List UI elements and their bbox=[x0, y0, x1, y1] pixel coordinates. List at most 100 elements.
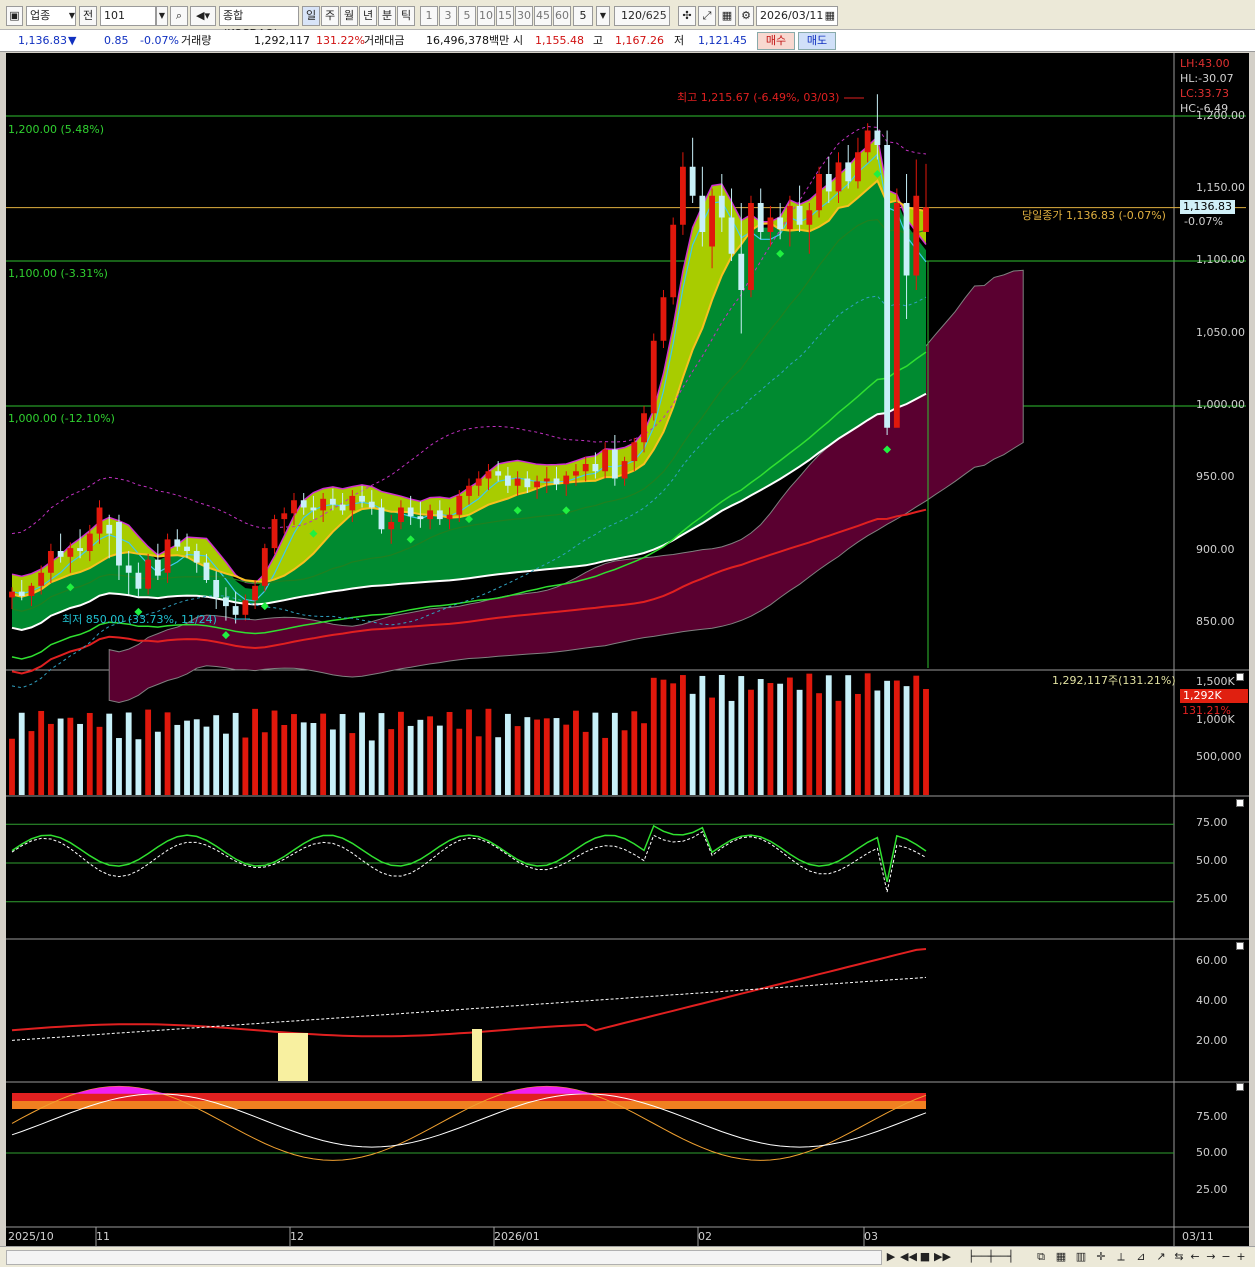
crosshair-icon[interactable]: ✛ bbox=[1092, 1250, 1110, 1265]
scroll-right-icon[interactable]: ▶ bbox=[884, 1250, 898, 1265]
buy-button[interactable]: 매수 bbox=[757, 32, 795, 50]
forward-icon[interactable]: ▶▶ bbox=[934, 1250, 951, 1265]
adx-panel-menu-icon[interactable] bbox=[1236, 942, 1244, 950]
chart-canvas[interactable] bbox=[6, 53, 1249, 1246]
bar-icon[interactable]: ▥ bbox=[1072, 1250, 1090, 1265]
change-percent: -0.07% bbox=[140, 34, 179, 47]
stop-icon[interactable]: ■ bbox=[918, 1250, 932, 1265]
interval-tab-0[interactable]: 1 bbox=[420, 6, 438, 26]
next-icon[interactable]: → bbox=[1204, 1250, 1218, 1265]
grid-icon[interactable]: ▦ bbox=[1052, 1250, 1070, 1265]
stoch-panel-menu-icon[interactable] bbox=[1236, 1083, 1244, 1091]
candle-body bbox=[514, 478, 521, 486]
volume-bar bbox=[38, 710, 45, 795]
volume-bar bbox=[407, 725, 414, 795]
layout-icon[interactable]: ⧉ bbox=[1032, 1250, 1050, 1265]
hline-label-1100: 1,100.00 (-3.31%) bbox=[8, 267, 108, 280]
period-tab-4[interactable]: 분 bbox=[378, 6, 396, 26]
candle-body bbox=[777, 217, 784, 230]
candle-body bbox=[135, 572, 142, 589]
code-dropdown-icon[interactable]: ▼ bbox=[156, 6, 168, 26]
volume-bar bbox=[242, 737, 249, 795]
window-icon[interactable]: ▣ bbox=[6, 6, 23, 26]
candle-body bbox=[310, 507, 317, 511]
volume-bar bbox=[495, 737, 502, 795]
zoom-out-icon[interactable]: − bbox=[1220, 1250, 1232, 1265]
volume-bar bbox=[349, 733, 356, 795]
candle-body bbox=[388, 522, 395, 530]
save-icon[interactable]: ▦ bbox=[718, 6, 736, 26]
candle-body bbox=[28, 585, 35, 596]
high-marker-label: 최고 1,215.67 (-6.49%, 03/03) bbox=[677, 91, 840, 104]
market-type-select[interactable]: 업종 ▼ bbox=[26, 6, 76, 26]
gear-icon[interactable]: ⚙ bbox=[738, 6, 754, 26]
volume-bar bbox=[485, 708, 492, 795]
count-field[interactable]: 120/625 bbox=[614, 6, 670, 26]
zoom-in-icon[interactable]: + bbox=[1234, 1250, 1248, 1265]
rsi-panel-menu-icon[interactable] bbox=[1236, 799, 1244, 807]
rsi-tick-2: 25.00 bbox=[1196, 892, 1228, 905]
scroll-track[interactable] bbox=[6, 1250, 882, 1265]
interval-tab-3[interactable]: 10 bbox=[477, 6, 495, 26]
candle-body bbox=[903, 203, 910, 276]
volume-bar bbox=[757, 679, 764, 795]
stoch-overbought-fill bbox=[12, 1086, 926, 1094]
rewind-icon[interactable]: ◀◀ bbox=[900, 1250, 917, 1265]
volume-bar bbox=[553, 718, 560, 795]
period-tab-5[interactable]: 틱 bbox=[397, 6, 415, 26]
sell-button[interactable]: 매도 bbox=[798, 32, 836, 50]
interval-tab-2[interactable]: 5 bbox=[458, 6, 476, 26]
volume-bar bbox=[514, 726, 521, 795]
zoom-icon[interactable]: ⤢ bbox=[698, 6, 716, 26]
adx-tick-2: 20.00 bbox=[1196, 1034, 1228, 1047]
period-tab-1[interactable]: 주 bbox=[321, 6, 339, 26]
magnet-icon[interactable]: ⟂ bbox=[1112, 1250, 1130, 1265]
amount-value: 16,496,378백만 bbox=[426, 34, 510, 47]
volume-bar bbox=[368, 740, 375, 795]
period-tab-0[interactable]: 일 bbox=[302, 6, 320, 26]
volume-bar bbox=[203, 726, 210, 795]
interval-tab-7[interactable]: 60 bbox=[553, 6, 571, 26]
volume-panel-menu-icon[interactable] bbox=[1236, 673, 1244, 681]
volume-bar bbox=[213, 715, 220, 795]
index-name-field[interactable]: 종합(KOSDAQ) bbox=[219, 6, 299, 40]
chart-tool-icon[interactable]: ✣ bbox=[678, 6, 696, 26]
search-icon[interactable]: ⌕ bbox=[170, 6, 188, 26]
candle-body bbox=[923, 207, 929, 232]
speaker-icon[interactable]: ◀▾ bbox=[190, 6, 216, 26]
zoom-slider[interactable]: ├──┼──┤ bbox=[956, 1250, 1026, 1265]
adx-tick-1: 40.00 bbox=[1196, 994, 1228, 1007]
chart-area[interactable]: 1,200.00 (5.48%) 1,100.00 (-3.31%) 1,000… bbox=[6, 53, 1249, 1246]
volume-bar bbox=[621, 730, 628, 795]
volume-bar bbox=[903, 686, 910, 795]
volume-bar bbox=[388, 729, 395, 795]
period-label[interactable]: 전 bbox=[79, 6, 97, 26]
interval-tab-1[interactable]: 3 bbox=[439, 6, 457, 26]
candle-body bbox=[86, 533, 93, 551]
candle-body bbox=[378, 507, 385, 530]
period-tab-2[interactable]: 월 bbox=[340, 6, 358, 26]
code-input[interactable]: 101 bbox=[100, 6, 156, 26]
prev-icon[interactable]: ← bbox=[1188, 1250, 1202, 1265]
interval-dropdown-icon[interactable]: ▼ bbox=[596, 6, 610, 26]
stoch-tick-2: 25.00 bbox=[1196, 1183, 1228, 1196]
interval-tab-4[interactable]: 15 bbox=[496, 6, 514, 26]
swap-icon[interactable]: ⇆ bbox=[1172, 1250, 1186, 1265]
interval-tab-5[interactable]: 30 bbox=[515, 6, 533, 26]
custom-interval[interactable]: 5 bbox=[573, 6, 593, 26]
volume-bar bbox=[281, 725, 288, 795]
chart-scrollbar[interactable]: ▶ ◀◀ ■ ▶▶ ├──┼──┤ ⧉ ▦ ▥ ✛ ⟂ ⊿ ↗ ⇆ ← → − … bbox=[0, 1246, 1255, 1267]
trend-icon[interactable]: ↗ bbox=[1152, 1250, 1170, 1265]
volume-bar bbox=[728, 700, 735, 795]
current-price-box: 1,136.83 bbox=[1180, 200, 1235, 214]
ruler-icon[interactable]: ⊿ bbox=[1132, 1250, 1150, 1265]
candle-body bbox=[57, 551, 64, 557]
candle-body bbox=[164, 539, 171, 573]
volume-bar bbox=[456, 728, 463, 795]
price-tick-3: 1,050.00 bbox=[1196, 326, 1245, 339]
period-tab-3[interactable]: 년 bbox=[359, 6, 377, 26]
interval-tab-6[interactable]: 45 bbox=[534, 6, 552, 26]
candle-body bbox=[524, 478, 531, 488]
candle-body bbox=[504, 475, 511, 486]
date-field[interactable]: 2026/03/11 ▦ bbox=[756, 6, 838, 26]
